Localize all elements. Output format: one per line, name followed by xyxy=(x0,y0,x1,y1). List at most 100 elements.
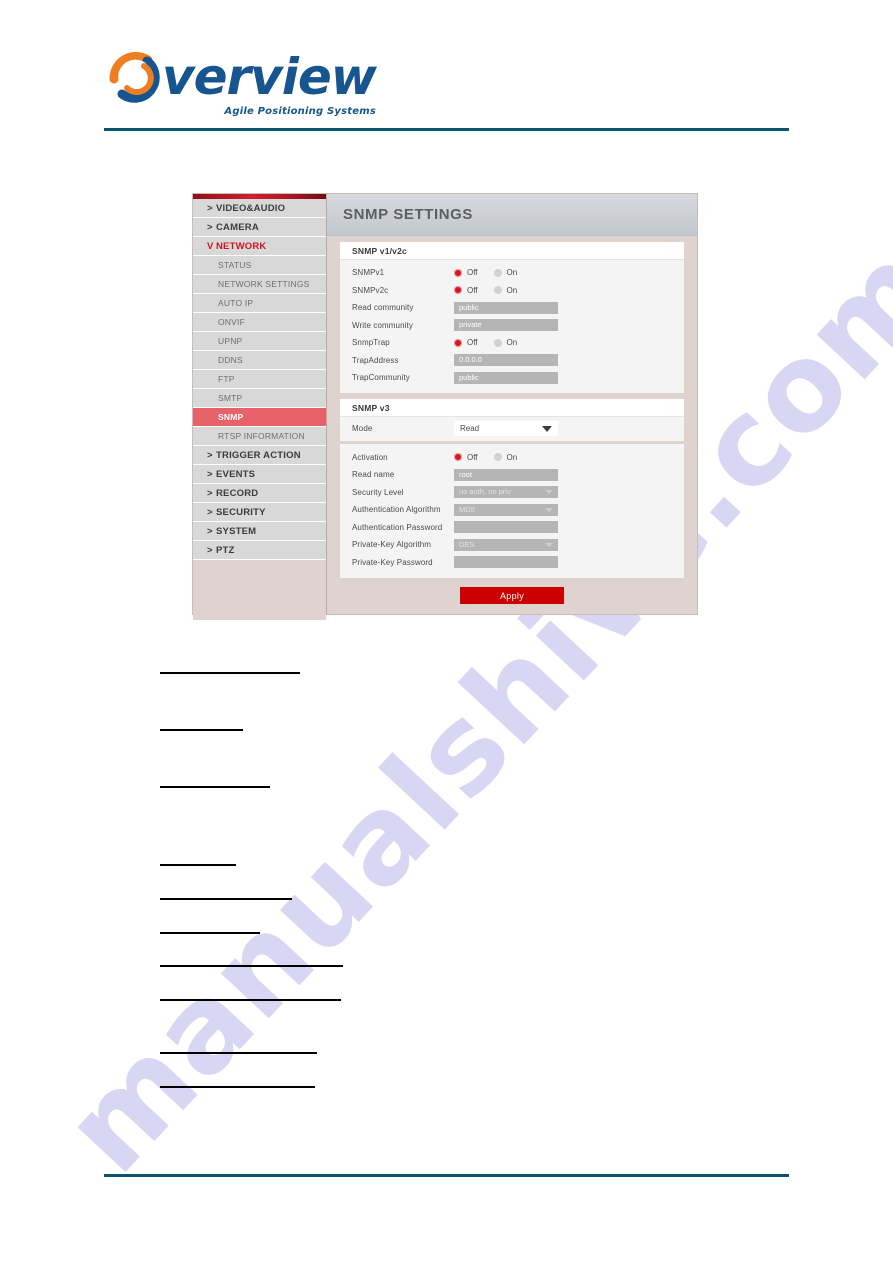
snmptrap-radio-on[interactable]: On xyxy=(493,338,517,347)
sidebar-item-label: VIDEO&AUDIO xyxy=(216,203,286,214)
snmpv2c-radio-group[interactable]: Off On xyxy=(454,286,533,295)
snmpv1-radio-off[interactable]: Off xyxy=(454,268,478,277)
content-header: SNMP SETTINGS xyxy=(327,194,697,236)
snmp-v1v2c-card: SNMP v1/v2c SNMPv1 Off On SNMPv2c Off On… xyxy=(340,242,684,393)
blank-rule-10 xyxy=(160,1086,315,1088)
field-row-security-level: Security Level no auth, no priv xyxy=(340,484,684,502)
chevron-down-icon xyxy=(545,490,553,495)
sidebar-item-auto-ip[interactable]: AUTO IP xyxy=(193,294,326,313)
snmpv2c-radio-off[interactable]: Off xyxy=(454,286,478,295)
sidebar-item-label: NETWORK xyxy=(216,241,267,252)
sidebar-item-label: SECURITY xyxy=(216,507,266,518)
snmpv1-radio-on[interactable]: On xyxy=(493,268,518,278)
expand-caret-icon: > xyxy=(207,469,213,480)
blank-rule-7 xyxy=(160,965,343,967)
snmp-v3-detail-card: Activation Off On Read name root Securit… xyxy=(340,443,684,578)
auth-password-input[interactable] xyxy=(454,521,558,534)
radio-unselected-icon xyxy=(493,268,502,277)
sidebar-item-label: PTZ xyxy=(216,545,235,556)
read-name-input[interactable]: root xyxy=(454,468,558,481)
snmptrap-radio-off[interactable]: Off xyxy=(454,338,478,347)
sidebar-item-network-settings[interactable]: NETWORK SETTINGS xyxy=(193,275,326,294)
sidebar-item-network[interactable]: V NETWORK xyxy=(193,237,326,256)
brand-logo: verview Agile Positioning Systems xyxy=(104,48,377,118)
security-level-label: Security Level xyxy=(352,487,404,497)
overview-swoosh-logo-icon xyxy=(104,48,166,110)
sidebar-item-trigger-action[interactable]: > TRIGGER ACTION xyxy=(193,446,326,465)
sidebar-item-upnp[interactable]: UPNP xyxy=(193,332,326,351)
expand-caret-icon: > xyxy=(207,222,213,233)
chevron-down-icon xyxy=(545,507,553,512)
expand-caret-icon: > xyxy=(207,450,213,461)
read-community-input[interactable]: public xyxy=(454,301,558,314)
snmp-v3-card-title: SNMP v3 xyxy=(340,398,684,417)
sidebar-item-rtsp-information[interactable]: RTSP INFORMATION xyxy=(193,427,326,446)
trap-community-input[interactable]: public xyxy=(454,371,558,384)
expand-caret-icon: > xyxy=(207,488,213,499)
camera-web-ui-screenshot: > VIDEO&AUDIO > CAMERA V NETWORK STATUS NET… xyxy=(192,193,698,620)
snmpv1-radio-group[interactable]: Off On xyxy=(454,268,533,277)
snmp-v1v2c-card-title: SNMP v1/v2c xyxy=(340,242,684,260)
mode-label: Mode xyxy=(352,424,373,433)
field-row-snmptrap: SnmpTrap Off On xyxy=(340,334,684,352)
sidebar-item-security[interactable]: > SECURITY xyxy=(193,503,326,522)
field-row-write-community: Write community private xyxy=(340,317,684,335)
sidebar-item-video-audio[interactable]: > VIDEO&AUDIO xyxy=(193,199,326,218)
snmp-v1v2c-card-body: SNMPv1 Off On SNMPv2c Off On Read commun… xyxy=(340,260,684,393)
snmpv1-on-label: On xyxy=(506,268,518,278)
field-row-read-community: Read community public xyxy=(340,299,684,317)
radio-unselected-icon xyxy=(493,453,502,462)
write-community-input[interactable]: private xyxy=(454,319,558,332)
sidebar-item-record[interactable]: > RECORD xyxy=(193,484,326,503)
auth-password-label: Authentication Password xyxy=(352,522,443,532)
blank-rule-6 xyxy=(160,932,260,934)
collapse-caret-icon: V xyxy=(207,241,214,252)
privkey-password-label: Private-Key Password xyxy=(352,557,433,567)
radio-selected-icon xyxy=(454,268,462,277)
snmpv1-label: SNMPv1 xyxy=(352,268,385,278)
mode-select[interactable]: Read xyxy=(454,421,558,436)
sidebar-empty-area xyxy=(193,560,326,620)
blank-rule-4 xyxy=(160,864,236,866)
snmp-v3-mode-card: SNMP v3 Mode Read xyxy=(340,398,684,441)
sidebar-item-onvif[interactable]: ONVIF xyxy=(193,313,326,332)
security-level-select[interactable]: no auth, no priv xyxy=(454,486,558,499)
sidebar-item-label: SYSTEM xyxy=(216,526,257,537)
sidebar-item-events[interactable]: > EVENTS xyxy=(193,465,326,484)
radio-unselected-icon xyxy=(493,286,502,295)
sidebar-item-ftp[interactable]: FTP xyxy=(193,370,326,389)
sidebar-item-status[interactable]: STATUS xyxy=(193,256,326,275)
blank-rule-8 xyxy=(160,999,341,1001)
sidebar-item-label: TRIGGER ACTION xyxy=(216,450,301,461)
snmptrap-radio-group[interactable]: Off On xyxy=(454,338,533,347)
auth-algorithm-label: Authentication Algorithm xyxy=(352,505,441,515)
watermark-layer: manualshive.com xyxy=(0,0,893,1263)
privkey-algorithm-select[interactable]: DES xyxy=(454,538,558,551)
expand-caret-icon: > xyxy=(207,545,213,556)
expand-caret-icon: > xyxy=(207,526,213,537)
write-community-label: Write community xyxy=(352,320,413,330)
trap-address-input[interactable]: 0.0.0.0 xyxy=(454,354,558,367)
auth-algorithm-select[interactable]: MD5 xyxy=(454,503,558,516)
chevron-down-icon xyxy=(545,542,553,547)
snmptrap-label: SnmpTrap xyxy=(352,338,390,348)
sidebar-item-ddns[interactable]: DDNS xyxy=(193,351,326,370)
activation-radio-on[interactable]: On xyxy=(493,453,517,462)
sidebar-item-camera[interactable]: > CAMERA xyxy=(193,218,326,237)
privkey-password-input[interactable] xyxy=(454,556,558,569)
snmpv2c-radio-on[interactable]: On xyxy=(493,286,517,295)
sidebar-item-snmp[interactable]: SNMP xyxy=(193,408,326,427)
sidebar-item-smtp[interactable]: SMTP xyxy=(193,389,326,408)
activation-radio-off[interactable]: Off xyxy=(454,453,478,462)
radio-unselected-icon xyxy=(493,338,502,347)
activation-radio-group[interactable]: Off On xyxy=(454,453,533,462)
brand-word: verview xyxy=(162,48,377,106)
field-row-activation: Activation Off On xyxy=(340,449,684,467)
sidebar-item-ptz[interactable]: > PTZ xyxy=(193,541,326,560)
sidebar-item-system[interactable]: > SYSTEM xyxy=(193,522,326,541)
settings-content-pane: SNMP SETTINGS SNMP v1/v2c SNMPv1 Off On … xyxy=(327,194,697,614)
sidebar-item-label: EVENTS xyxy=(216,469,256,480)
blank-rule-3 xyxy=(160,786,270,788)
apply-button[interactable]: Apply xyxy=(460,587,564,604)
expand-caret-icon: > xyxy=(207,203,213,214)
